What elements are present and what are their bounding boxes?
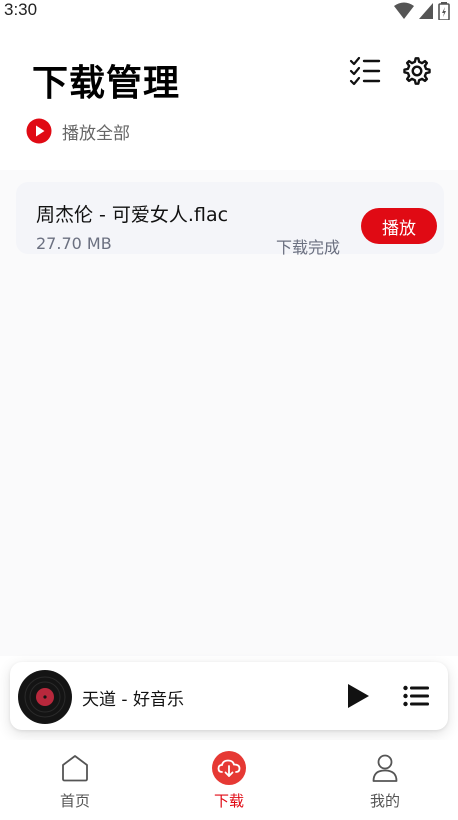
mini-player[interactable]: 天道 - 好音乐: [10, 662, 448, 730]
status-bar: 3:30: [0, 0, 458, 22]
user-icon: [372, 754, 398, 782]
home-icon: [62, 755, 88, 782]
playlist-button[interactable]: [398, 678, 434, 714]
download-item-size: 27.70 MB: [36, 234, 112, 253]
play-all-label: 播放全部: [62, 123, 130, 144]
settings-button[interactable]: [400, 54, 434, 88]
nav-download-icon-wrap: [211, 750, 247, 786]
play-circle-icon: [26, 118, 52, 144]
header: 下载管理: [0, 40, 458, 110]
nav-item-mine[interactable]: 我的: [340, 750, 430, 814]
nav-label-download: 下载: [213, 792, 244, 810]
nav-item-download[interactable]: 下载: [184, 750, 274, 814]
page-title: 下载管理: [32, 63, 181, 104]
download-item-play-button[interactable]: 播放: [361, 208, 437, 244]
download-list: 周杰伦 - 可爱女人.flac 27.70 MB 下载完成 播放: [0, 170, 458, 656]
download-item-title: 周杰伦 - 可爱女人.flac: [36, 204, 229, 226]
gear-icon: [403, 57, 431, 85]
playlist-icon: [403, 685, 429, 707]
status-icons: [394, 2, 450, 20]
download-item-status: 下载完成: [276, 238, 341, 257]
status-time: 3:30: [4, 0, 38, 19]
play-icon: [348, 684, 369, 708]
download-cloud-icon: [212, 751, 246, 785]
battery-icon: [438, 2, 450, 20]
play-all-button[interactable]: 播放全部: [26, 118, 130, 144]
download-item[interactable]: 周杰伦 - 可爱女人.flac 27.70 MB 下载完成 播放: [16, 182, 444, 257]
nav-mine-icon-wrap: [367, 750, 403, 786]
signal-icon: [419, 3, 433, 19]
nav-item-home[interactable]: 首页: [30, 750, 120, 814]
vinyl-icon: [19, 671, 71, 723]
nav-label-home: 首页: [59, 792, 90, 810]
nav-label-mine: 我的: [369, 792, 400, 810]
now-playing-title: 天道 - 好音乐: [82, 690, 184, 710]
nav-home-icon-wrap: [57, 750, 93, 786]
checklist-icon: [349, 56, 381, 86]
album-disc: [18, 670, 72, 724]
batch-select-button[interactable]: [348, 54, 382, 88]
wifi-icon: [394, 2, 414, 19]
mini-player-play-button[interactable]: [340, 678, 376, 714]
bottom-nav: 首页 下载 我的: [0, 740, 458, 820]
